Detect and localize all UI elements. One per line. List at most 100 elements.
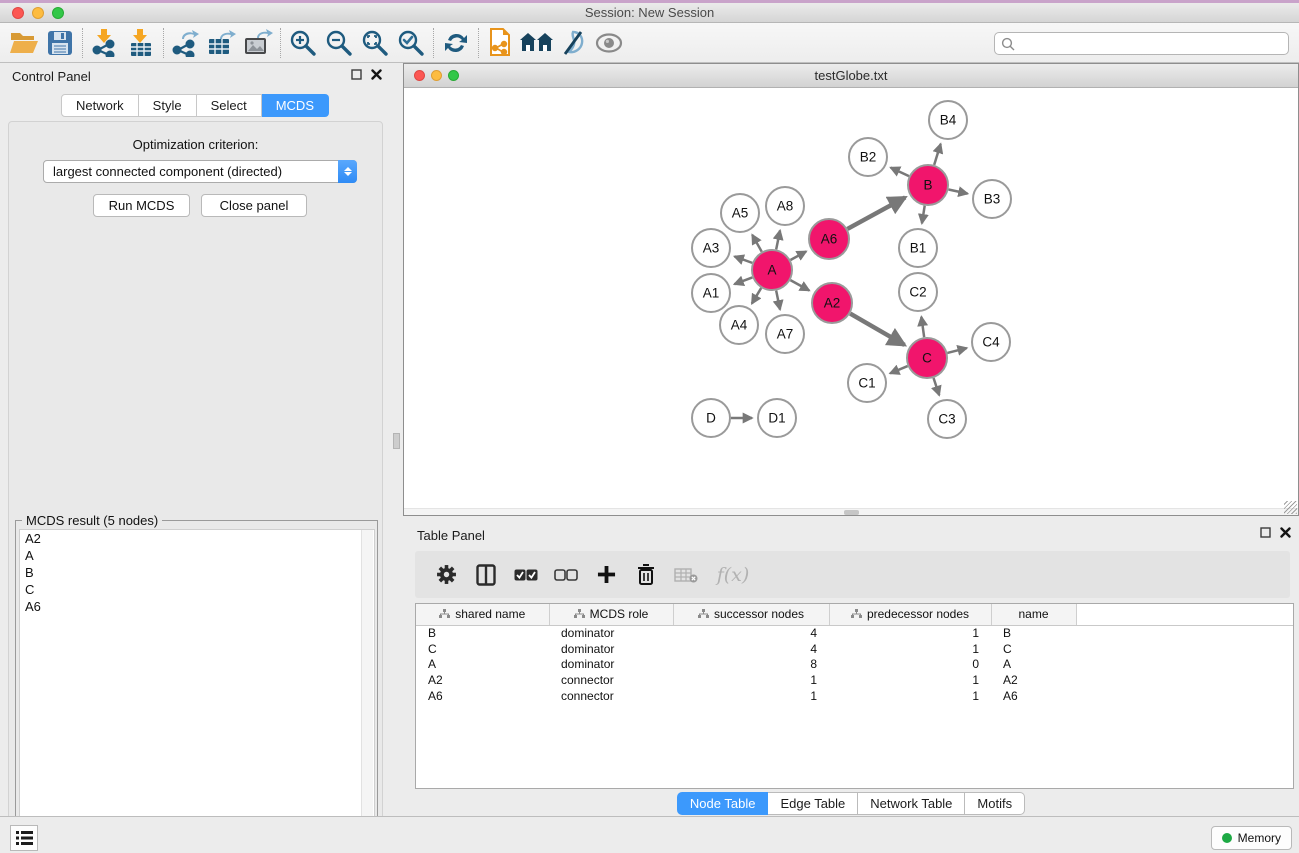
table-cell[interactable]: A2 — [991, 672, 1076, 688]
table-cell[interactable]: B — [991, 625, 1076, 641]
clear-selection-icon[interactable] — [553, 560, 579, 590]
table-cell[interactable]: 4 — [673, 641, 829, 657]
export-image-icon[interactable] — [240, 26, 276, 60]
table-cell[interactable]: C — [416, 641, 549, 657]
zoom-fit-icon[interactable] — [357, 26, 393, 60]
select-all-icon[interactable] — [513, 560, 539, 590]
graph-edge-A6-B[interactable] — [847, 197, 905, 228]
mcds-result-item[interactable]: B — [20, 564, 374, 581]
close-panel-icon[interactable] — [1280, 527, 1291, 538]
table-cell[interactable]: 1 — [829, 625, 991, 641]
table-cell[interactable]: 1 — [829, 672, 991, 688]
table-cell[interactable]: dominator — [549, 656, 673, 672]
graph-edge-A-A1[interactable] — [734, 277, 752, 284]
memory-button[interactable]: Memory — [1211, 826, 1292, 850]
mcds-result-list[interactable]: A2ABCA6 — [19, 529, 375, 853]
add-column-icon[interactable] — [593, 560, 619, 590]
table-cell[interactable]: A — [991, 656, 1076, 672]
mcds-result-item[interactable]: A2 — [20, 530, 374, 547]
tab-edge-table[interactable]: Edge Table — [768, 792, 858, 815]
cybrowser-home-icon[interactable] — [519, 26, 555, 60]
network-canvas[interactable]: AA1A2A3A4A5A6A7A8BB1B2B3B4CC1C2C3C4DD1 — [404, 89, 1298, 515]
mcds-result-item[interactable]: A6 — [20, 598, 374, 615]
graph-edge-C-C2[interactable] — [921, 317, 924, 337]
splitpane-handle[interactable] — [393, 433, 400, 449]
table-cell[interactable]: dominator — [549, 625, 673, 641]
tab-motifs[interactable]: Motifs — [965, 792, 1025, 815]
graph-edge-A2-C[interactable] — [850, 314, 904, 345]
network-hscrollbar[interactable] — [404, 508, 1298, 515]
table-cell[interactable]: A2 — [416, 672, 549, 688]
tab-network[interactable]: Network — [61, 94, 139, 117]
close-panel-button[interactable]: Close panel — [201, 194, 307, 217]
search-field[interactable] — [994, 32, 1289, 55]
close-panel-icon[interactable] — [371, 69, 382, 80]
zoom-in-icon[interactable] — [285, 26, 321, 60]
table-cell[interactable]: 0 — [829, 656, 991, 672]
zoom-out-icon[interactable] — [321, 26, 357, 60]
table-cell[interactable]: A — [416, 656, 549, 672]
table-cell[interactable]: 1 — [829, 688, 991, 704]
graph-edge-C-C4[interactable] — [947, 348, 966, 353]
graph-edge-B-B4[interactable] — [934, 144, 940, 165]
mcds-result-scrollbar[interactable] — [361, 530, 373, 853]
table-cell[interactable]: connector — [549, 688, 673, 704]
tab-mcds[interactable]: MCDS — [262, 94, 329, 117]
table-cell[interactable]: 1 — [829, 641, 991, 657]
criterion-dropdown[interactable]: largest connected component (directed) — [43, 160, 357, 183]
table-row[interactable]: Bdominator41B — [416, 625, 1293, 641]
export-network-icon[interactable] — [168, 26, 204, 60]
graph-edge-B-B3[interactable] — [949, 189, 968, 193]
graph-edge-B-B1[interactable] — [922, 206, 925, 224]
tab-node-table[interactable]: Node Table — [677, 792, 769, 815]
graph-edge-C-C1[interactable] — [890, 366, 908, 373]
graph-edge-A-A5[interactable] — [752, 235, 761, 252]
table-cell[interactable]: dominator — [549, 641, 673, 657]
delete-column-icon[interactable] — [633, 560, 659, 590]
graph-edge-A-A8[interactable] — [776, 230, 780, 249]
table-cell[interactable]: C — [991, 641, 1076, 657]
graph-edge-A-A2[interactable] — [790, 280, 809, 290]
zoom-selected-icon[interactable] — [393, 26, 429, 60]
new-network-from-selection-icon[interactable] — [483, 26, 519, 60]
column-header[interactable]: MCDS role — [549, 604, 673, 625]
import-network-icon[interactable] — [87, 26, 123, 60]
mcds-result-item[interactable]: C — [20, 581, 374, 598]
table-cell[interactable]: A6 — [416, 688, 549, 704]
table-cell[interactable]: 1 — [673, 688, 829, 704]
search-input[interactable] — [1019, 36, 1288, 51]
export-table-icon[interactable] — [204, 26, 240, 60]
run-mcds-button[interactable]: Run MCDS — [93, 194, 190, 217]
gear-icon[interactable] — [433, 560, 459, 590]
browse-columns-icon[interactable] — [473, 560, 499, 590]
graph-edge-C-C3[interactable] — [934, 378, 940, 395]
table-row[interactable]: Cdominator41C — [416, 641, 1293, 657]
graph-edge-A-A6[interactable] — [790, 251, 806, 260]
table-row[interactable]: A6connector11A6 — [416, 688, 1293, 704]
refresh-icon[interactable] — [438, 26, 474, 60]
column-header[interactable]: shared name — [416, 604, 549, 625]
table-cell[interactable]: A6 — [991, 688, 1076, 704]
table-row[interactable]: Adominator80A — [416, 656, 1293, 672]
import-table-icon[interactable] — [123, 26, 159, 60]
column-header[interactable]: predecessor nodes — [829, 604, 991, 625]
task-history-button[interactable] — [10, 825, 38, 851]
tab-network-table[interactable]: Network Table — [858, 792, 965, 815]
table-cell[interactable]: connector — [549, 672, 673, 688]
open-file-icon[interactable] — [6, 26, 42, 60]
tab-style[interactable]: Style — [139, 94, 197, 117]
node-table[interactable]: shared nameMCDS rolesuccessor nodesprede… — [416, 604, 1293, 703]
mcds-result-item[interactable]: A — [20, 547, 374, 564]
annotation-pen-icon[interactable] — [555, 26, 591, 60]
column-header[interactable]: name — [991, 604, 1076, 625]
table-cell[interactable]: 1 — [673, 672, 829, 688]
table-row[interactable]: A2connector11A2 — [416, 672, 1293, 688]
graph-edge-A-A7[interactable] — [776, 291, 780, 310]
float-panel-icon[interactable] — [351, 69, 362, 80]
table-cell[interactable]: 4 — [673, 625, 829, 641]
resize-grip[interactable] — [1284, 501, 1297, 514]
column-header[interactable]: successor nodes — [673, 604, 829, 625]
table-cell[interactable]: B — [416, 625, 549, 641]
graph-edge-A-A4[interactable] — [752, 288, 761, 304]
float-panel-icon[interactable] — [1260, 527, 1271, 538]
